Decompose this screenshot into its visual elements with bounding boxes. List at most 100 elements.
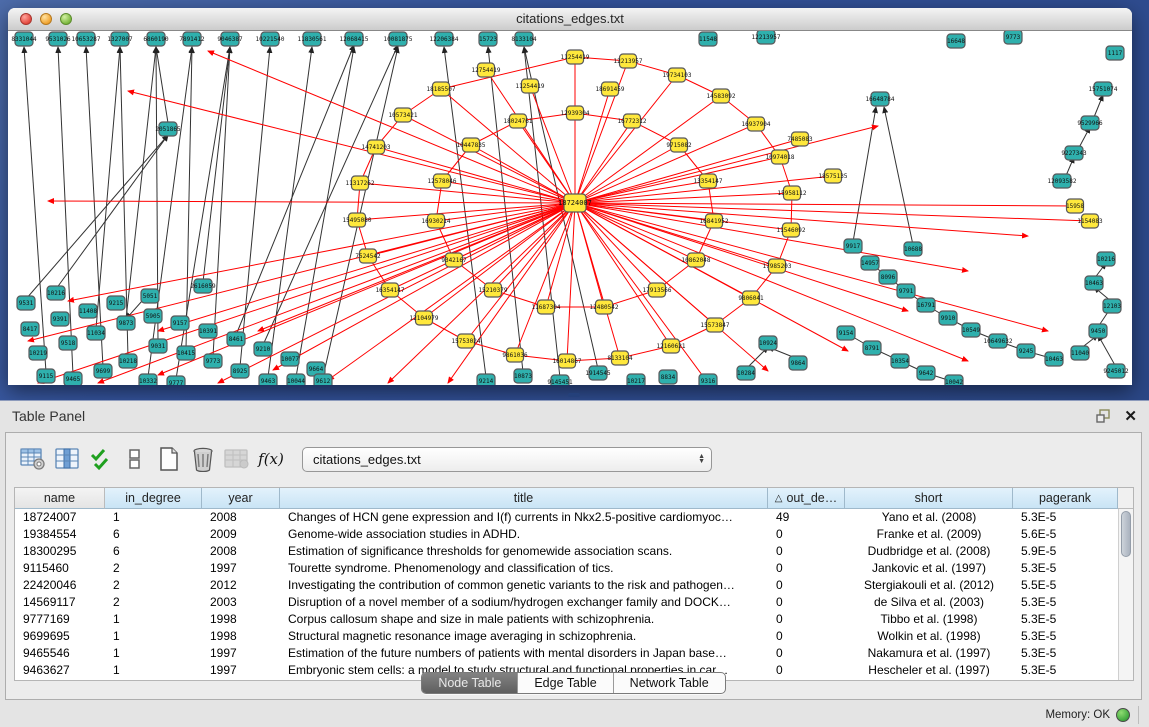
table-cell: Investigating the contribution of common… [280, 577, 768, 594]
table-cell: 1998 [202, 611, 280, 628]
graph-node-label: 18691459 [596, 86, 625, 93]
graph-node-label: 12480542 [590, 304, 619, 311]
graph-edge-selected[interactable] [454, 203, 575, 260]
graph-edge[interactable] [323, 47, 398, 377]
graph-node-label: 11546092 [777, 227, 806, 234]
graph-node-label: 11254419 [561, 54, 590, 61]
graph-edge[interactable] [236, 45, 354, 335]
column-header-title[interactable]: title [280, 488, 768, 509]
graph-edge[interactable] [268, 47, 312, 377]
table-row[interactable]: 1830029562008Estimation of significance … [15, 543, 1133, 560]
graph-edge[interactable] [884, 107, 913, 245]
network-svg: 8331044953102610653287132700768601907891… [8, 31, 1132, 385]
column-header-name[interactable]: name [15, 488, 105, 509]
graph-edge-selected[interactable] [575, 203, 696, 260]
table-cell: 0 [768, 645, 845, 662]
graph-edge-selected[interactable] [273, 203, 575, 370]
graph-edge-selected[interactable] [441, 57, 575, 89]
graph-edge-selected[interactable] [575, 203, 1048, 331]
table-row[interactable]: 969969511998Structural magnetic resonanc… [15, 628, 1133, 645]
rows-icon[interactable] [118, 442, 152, 476]
close-panel-icon[interactable]: ✕ [1124, 407, 1137, 425]
table-row[interactable]: 977716911998Corpus callosum shape and si… [15, 611, 1133, 628]
graph-edge-selected[interactable] [575, 61, 628, 203]
table-cell: Disruption of a novel member of a sodium… [280, 594, 768, 611]
minimize-window-button[interactable] [40, 13, 52, 25]
network-window-titlebar[interactable]: citations_edges.txt [8, 8, 1132, 31]
graph-node-label: 10447835 [457, 142, 486, 149]
graph-edge-selected[interactable] [376, 147, 575, 203]
graph-node-label: 12213957 [752, 34, 781, 41]
graph-edge-selected[interactable] [48, 201, 575, 203]
graph-node-label: 8925 [233, 368, 248, 375]
column-header-in_degree[interactable]: in_degree [105, 488, 202, 509]
table-cell: 18724007 [15, 509, 105, 526]
table-cell: 1 [105, 628, 202, 645]
table-cell: Changes of HCN gene expression and I(f) … [280, 509, 768, 526]
graph-node-label: 10354 [891, 358, 909, 365]
graph-node-label: 10974018 [766, 154, 795, 161]
table-cell: 2008 [202, 543, 280, 560]
graph-node-label: 9910 [941, 315, 956, 322]
memory-status-indicator[interactable] [1116, 708, 1130, 722]
graph-node-label: 15495080 [343, 217, 372, 224]
graph-edge[interactable] [126, 47, 156, 319]
graph-node-label: 16930214 [422, 218, 451, 225]
table-row[interactable]: 1938455462009Genome-wide association stu… [15, 526, 1133, 543]
graph-node-label: 10573421 [389, 112, 418, 119]
graph-edge[interactable] [186, 47, 192, 349]
graph-edge[interactable] [56, 135, 168, 289]
table-row[interactable]: 911546021997Tourette syndrome. Phenomeno… [15, 560, 1133, 577]
tab-network-table[interactable]: Network Table [614, 673, 725, 693]
show-columns-icon[interactable] [50, 442, 84, 476]
table-cell: Estimation of the future numbers of pati… [280, 645, 768, 662]
column-header-pagerank[interactable]: pagerank [1013, 488, 1118, 509]
graph-node-label: 9873 [119, 320, 134, 327]
table-cell: 9465546 [15, 645, 105, 662]
graph-edge[interactable] [26, 135, 168, 299]
network-graph-canvas[interactable]: 8331044953102610653287132700768601907891… [8, 31, 1132, 385]
scrollbar-thumb[interactable] [1121, 511, 1131, 557]
graph-node-label: 5051 [143, 293, 158, 300]
tab-node-table[interactable]: Node Table [422, 673, 518, 693]
graph-node-label: 9391 [53, 316, 68, 323]
graph-edge[interactable] [263, 45, 398, 345]
graph-node-label: 18185507 [427, 86, 456, 93]
graph-node-label: 15958 [1066, 203, 1084, 210]
float-panel-icon[interactable] [1096, 409, 1112, 423]
column-header-short[interactable]: short [845, 488, 1013, 509]
graph-node-label: 12103 [1103, 303, 1121, 310]
graph-edge-selected[interactable] [328, 203, 575, 380]
column-header-year[interactable]: year [202, 488, 280, 509]
graph-node-label: 9227343 [1061, 150, 1087, 157]
function-builder-icon[interactable]: f(x) [254, 442, 288, 476]
table-cell: Structural magnetic resonance image aver… [280, 628, 768, 645]
new-column-icon[interactable] [152, 442, 186, 476]
table-row[interactable]: 946554611997Estimation of the future num… [15, 645, 1133, 662]
table-row[interactable]: 2242004622012Investigating the contribut… [15, 577, 1133, 594]
graph-node-label: 15751074 [1089, 86, 1118, 93]
graph-edge[interactable] [240, 47, 270, 367]
graph-edge[interactable] [86, 47, 103, 367]
table-vertical-scrollbar[interactable] [1118, 509, 1133, 680]
graph-edge[interactable] [1098, 335, 1116, 367]
graph-edge-selected[interactable] [530, 86, 575, 203]
graph-edge[interactable] [96, 47, 120, 329]
tab-edge-table[interactable]: Edge Table [518, 673, 613, 693]
table-cell: 0 [768, 560, 845, 577]
table-row[interactable]: 1456911722003Disruption of a novel membe… [15, 594, 1133, 611]
table-panel-header: Table Panel ✕ [0, 401, 1149, 431]
graph-edge[interactable] [156, 47, 168, 123]
close-window-button[interactable] [20, 13, 32, 25]
table-row[interactable]: 1872400712008Changes of HCN gene express… [15, 509, 1133, 526]
checkmarks-icon[interactable] [84, 442, 118, 476]
delete-column-trash-icon[interactable] [186, 442, 220, 476]
graph-node-label: 15573847 [701, 322, 730, 329]
column-header-out_de[interactable]: △out_de… [768, 488, 845, 509]
table-selector-dropdown[interactable]: citations_edges.txt ▲▼ [302, 447, 712, 472]
zoom-window-button[interactable] [60, 13, 72, 25]
table-mode-icon[interactable] [16, 442, 50, 476]
graph-edge[interactable] [203, 47, 230, 282]
split-pane-grip[interactable] [568, 393, 580, 397]
graph-edge[interactable] [296, 47, 354, 377]
